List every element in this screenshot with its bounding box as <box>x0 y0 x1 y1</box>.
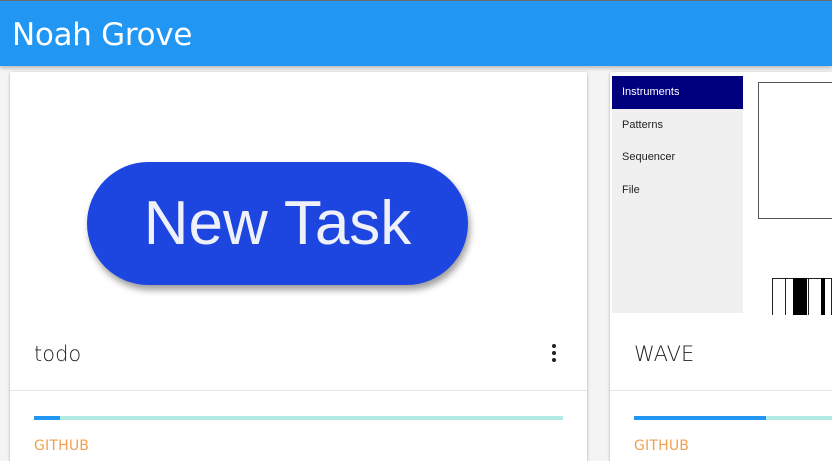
github-link-wave[interactable]: GITHUB <box>634 438 689 454</box>
card-media-todo: New Task <box>10 72 587 315</box>
piano-black-key <box>793 278 807 315</box>
app-title: Noah Grove <box>12 17 193 53</box>
card-media-wave: Instruments Patterns Sequencer File <box>610 72 832 315</box>
card-divider <box>610 390 832 391</box>
card-title-todo: todo <box>34 342 82 366</box>
piano-black-key <box>821 278 825 315</box>
piano-white-key <box>808 278 832 315</box>
project-card-wave: Instruments Patterns Sequencer File WAVE… <box>610 72 832 461</box>
github-link-todo[interactable]: GITHUB <box>34 438 89 454</box>
project-card-todo: New Task todo GITHUB <box>10 72 587 461</box>
wave-menu-item-sequencer: Sequencer <box>622 151 676 163</box>
new-task-preview-image: New Task <box>87 162 468 285</box>
progress-fill-wave <box>634 416 766 420</box>
wave-app-menu-preview: Instruments Patterns Sequencer File <box>612 76 743 313</box>
new-task-preview-label: New Task <box>143 189 412 258</box>
wave-panel-preview <box>758 82 832 219</box>
card-title-wave: WAVE <box>634 342 695 366</box>
wave-menu-item-instruments: Instruments <box>612 76 743 109</box>
wave-menu-item-patterns: Patterns <box>622 118 663 131</box>
piano-keys-preview <box>772 278 832 315</box>
app-bar: Noah Grove <box>0 0 832 66</box>
card-divider <box>10 390 587 391</box>
progress-bar-todo <box>34 416 563 420</box>
piano-white-key <box>772 278 786 315</box>
progress-bar-wave <box>634 416 832 420</box>
wave-menu-item-file: File <box>622 183 640 196</box>
progress-fill-todo <box>34 416 61 420</box>
more-vert-icon[interactable] <box>551 344 557 362</box>
